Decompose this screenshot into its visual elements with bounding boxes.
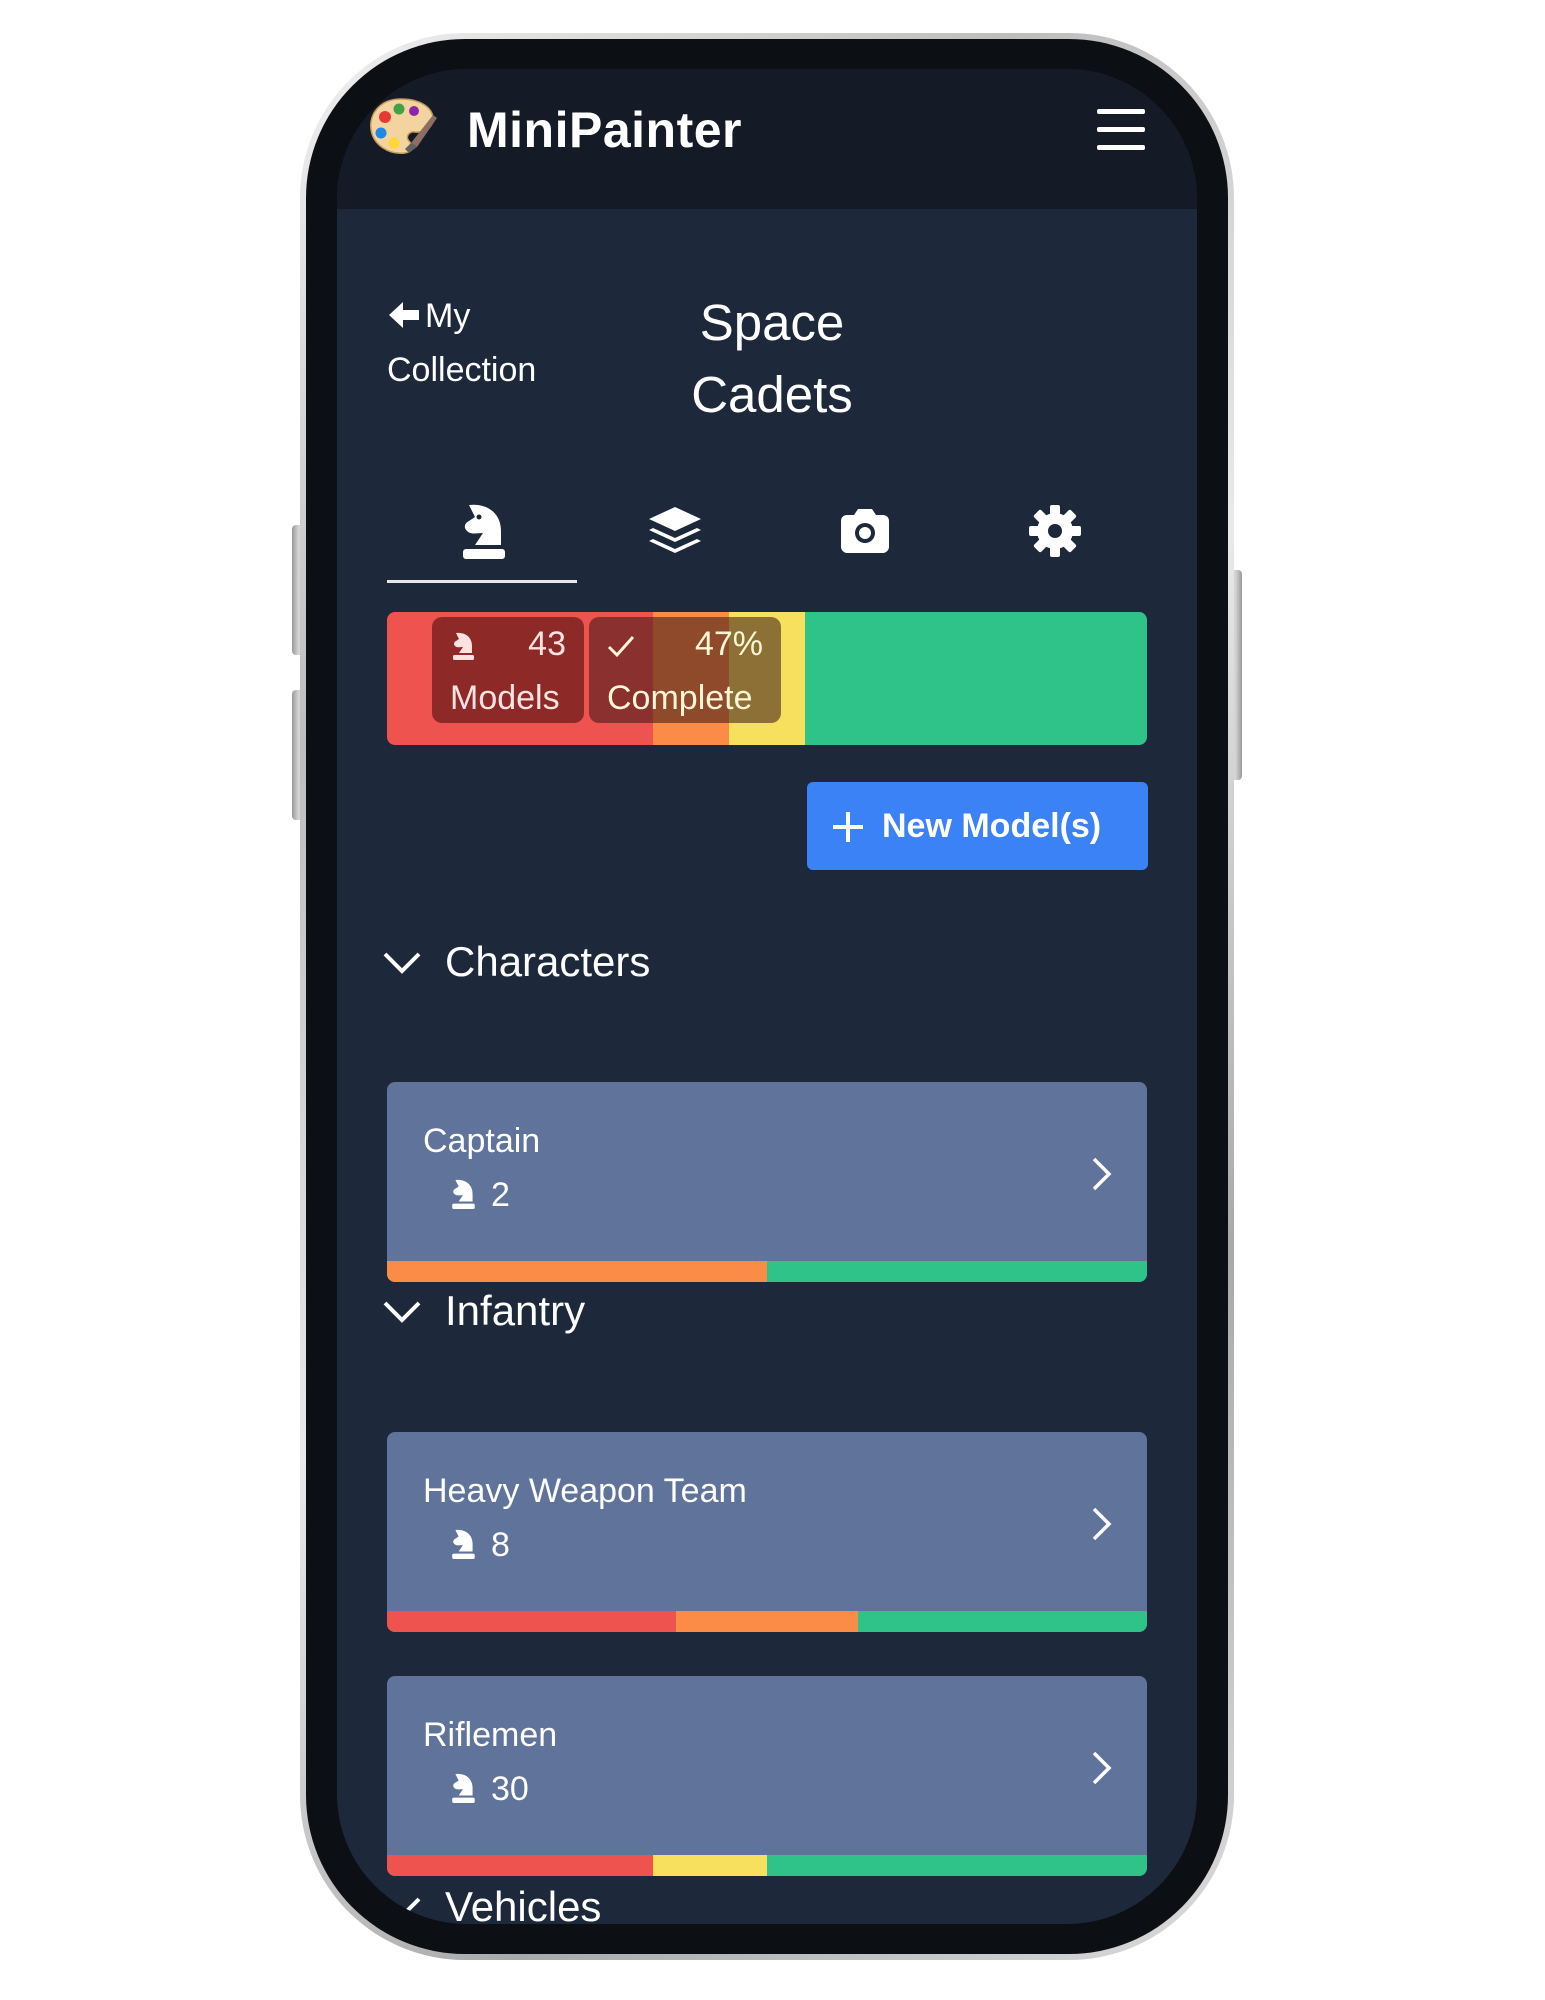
chevron-right-icon [1092,1157,1112,1191]
unit-model-count: 8 [449,1522,510,1568]
hamburger-menu-icon[interactable] [1097,109,1145,151]
chess-knight-icon [463,504,505,559]
progress-segment-yellow [653,1855,767,1876]
unit-model-count: 30 [449,1766,529,1812]
chevron-right-icon [1092,1507,1112,1541]
back-to-collection-link[interactable]: My Collection [387,289,577,397]
unit-card-heavy-weapon-team[interactable]: Heavy Weapon Team 8 [387,1432,1147,1632]
unit-count-value: 2 [491,1176,510,1214]
unit-card-riflemen[interactable]: Riflemen 30 [387,1676,1147,1876]
gear-icon [1029,505,1081,557]
new-model-button[interactable]: New Model(s) [807,782,1148,870]
app-title: MiniPainter [467,102,742,158]
unit-model-count: 2 [449,1172,510,1218]
progress-segment-orange [387,1261,767,1282]
unit-card-captain[interactable]: Captain 2 [387,1082,1147,1282]
check-icon [607,636,635,658]
unit-name: Captain [423,1122,541,1160]
arrow-left-icon [389,302,419,328]
progress-segment-green [858,1611,1147,1632]
progress-segment-red [387,1855,653,1876]
section-title: Infantry [445,1287,586,1334]
complete-percent: 47% [694,625,763,663]
chevron-down-icon [383,1301,421,1323]
chess-knight-icon [452,1773,475,1803]
chevron-down-icon [383,952,421,974]
chess-knight-icon [452,1179,475,1209]
unit-progress-bar [387,1855,1147,1876]
section-title: Characters [445,938,651,985]
section-title: Vehicles [445,1883,602,1924]
unit-progress-bar [387,1261,1147,1282]
plus-icon [833,812,863,842]
chevron-right-icon [1092,1751,1112,1785]
progress-segment-green [805,612,1147,745]
unit-name: Heavy Weapon Team [423,1472,747,1510]
layers-icon [649,507,701,553]
chevron-down-icon [383,1897,421,1919]
progress-segment-green [767,1261,1147,1282]
chess-knight-icon [452,1529,475,1559]
tab-models[interactable] [387,489,577,589]
tab-layers[interactable] [577,489,767,589]
progress-segment-green [767,1855,1147,1876]
camera-icon [841,509,889,553]
chess-knight-icon [453,632,474,660]
unit-count-value: 30 [491,1770,529,1808]
complete-percent-badge: 47% Complete [589,617,781,723]
unit-progress-bar [387,1611,1147,1632]
palette-icon [370,98,437,154]
new-model-label: New Model(s) [882,807,1102,845]
models-count: 43 [528,625,566,663]
unit-count-value: 8 [491,1526,510,1564]
tab-settings[interactable] [957,489,1147,589]
complete-label: Complete [607,679,753,717]
progress-segment-red [387,1611,676,1632]
app-header: MiniPainter [337,69,1197,209]
page-title: Space Cadets [691,294,853,423]
models-label: Models [450,679,560,717]
models-count-badge: 43 Models [432,617,584,723]
app-screen: MiniPainter My Collection Space Cadets 4… [337,69,1197,1924]
unit-name: Riflemen [423,1716,558,1754]
progress-segment-orange [675,1611,859,1632]
tab-photos[interactable] [767,489,957,589]
